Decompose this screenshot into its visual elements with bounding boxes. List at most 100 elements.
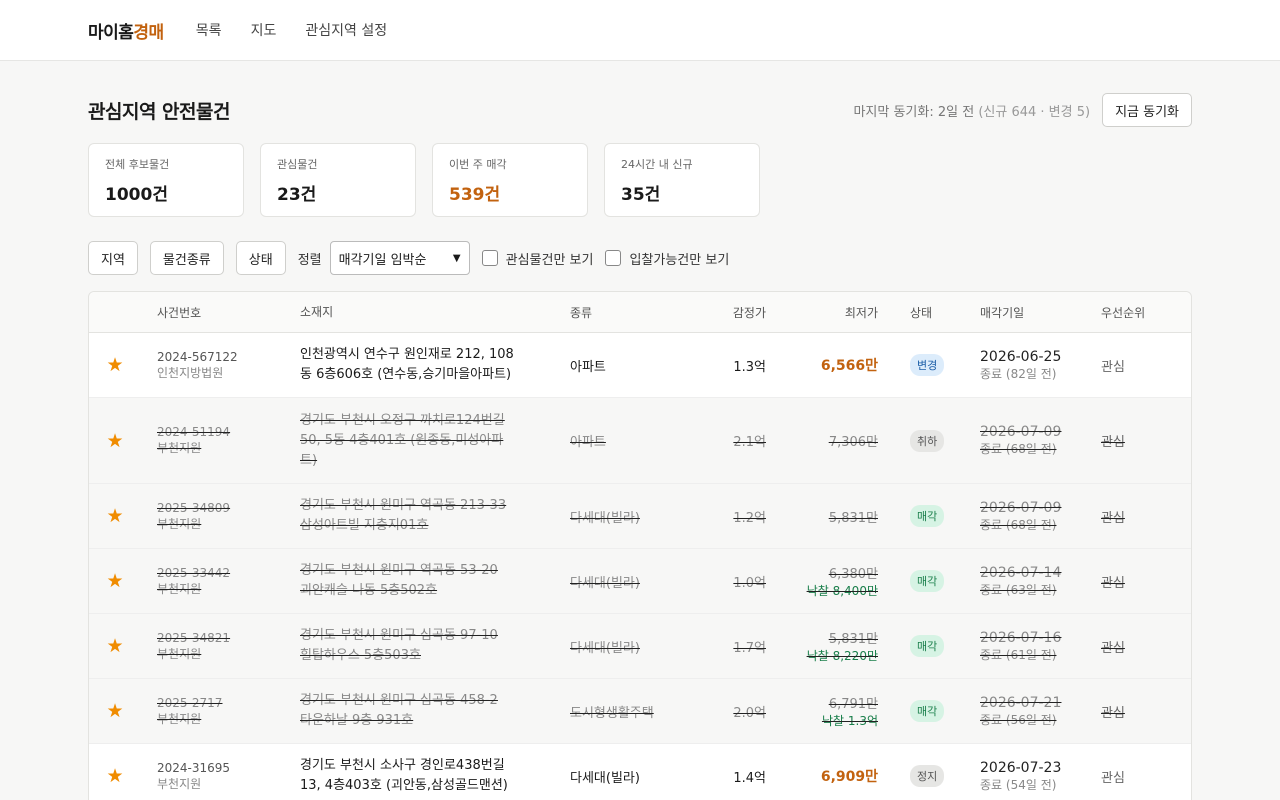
sync-status: 마지막 동기화: 2일 전 (신규 644 · 변경 5): [853, 101, 1090, 120]
app-logo[interactable]: 마이홈 경매: [88, 18, 164, 43]
table-row[interactable]: ★ 2025-33442 부천지원 경기도 부천시 원미구 역곡동 53-20 괴안…: [89, 549, 1191, 614]
court-name: 부천지원: [157, 441, 202, 455]
appraisal-price: 2.0억: [733, 705, 766, 721]
case-number: 2025-33442: [157, 565, 231, 580]
minimum-price: 7,306만: [828, 435, 878, 450]
location-line: 괴안캐슬 나동 5층502호: [300, 583, 438, 598]
stat-card-total: 전체 후보물건 1000건: [88, 143, 244, 217]
appraisal-price: 1.3억: [733, 359, 766, 375]
only-biddable-checkbox[interactable]: 입찰가능건만 보기: [605, 249, 729, 268]
appraisal-price: 1.7억: [733, 640, 766, 656]
status-badge: 매각: [910, 700, 945, 722]
sale-date: 2026-07-23: [980, 759, 1062, 776]
status-badge: 매각: [910, 505, 945, 527]
col-header-minimum[interactable]: 최저가: [766, 304, 878, 321]
status-filter-button[interactable]: 상태: [235, 241, 286, 275]
only-interest-checkbox[interactable]: 관심물건만 보기: [481, 249, 593, 268]
sale-date-sub: 종료 (82일 전): [980, 366, 1057, 381]
appraisal-price: 1.0억: [733, 575, 766, 591]
appraisal-price: 2.1억: [733, 435, 766, 450]
sort-select[interactable]: 매각기일 임박순 ▼: [329, 241, 470, 275]
table-row[interactable]: ★ 2025-34809 부천지원 경기도 부천시 원미구 역곡동 213-33 삼…: [89, 484, 1191, 549]
star-icon[interactable]: ★: [106, 570, 123, 592]
stat-card-interest: 관심물건 23건: [260, 143, 416, 217]
star-icon[interactable]: ★: [106, 354, 123, 376]
nav-region-settings[interactable]: 관심지역 설정: [305, 23, 387, 39]
case-number: 2025-34809: [157, 500, 231, 515]
case-number: 2025-34821: [157, 630, 231, 645]
location-line: 50, 5동 4층401호 (원종동,미성아파: [300, 432, 504, 448]
table-row[interactable]: ★ 2025-2717 부천지원 경기도 부천시 원미구 심곡동 458-2 타운하…: [89, 679, 1191, 744]
star-icon[interactable]: ★: [106, 505, 123, 527]
minimum-price: 6,566만: [820, 358, 878, 374]
region-filter-button[interactable]: 지역: [88, 241, 138, 275]
location-line: 경기도 부천시 원미구 역곡동 53-20: [300, 563, 498, 578]
court-name: 부천지원: [157, 776, 202, 791]
location-line: 경기도 부천시 오정구 까치로124번길: [300, 412, 505, 428]
sale-date-sub: 종료 (68일 전): [980, 442, 1057, 456]
case-number: 2024-567122: [157, 349, 238, 364]
sale-date: 2026-07-21: [980, 694, 1062, 711]
type-filter-button[interactable]: 물건종류: [149, 241, 224, 275]
stat-value: 539건: [449, 185, 501, 205]
minimum-price: 5,831만: [828, 632, 878, 647]
property-type: 다세대(빌라): [570, 510, 640, 526]
col-header-date[interactable]: 매각기일: [965, 304, 1091, 321]
minimum-price: 6,380만: [828, 567, 878, 582]
status-badge: 정지: [910, 765, 945, 787]
stat-value: 23건: [277, 185, 317, 205]
logo-text-accent: 경매: [133, 22, 164, 43]
priority: 관심: [1101, 705, 1125, 721]
sold-price: 낙찰 8,400만: [806, 584, 878, 598]
col-header-status[interactable]: 상태: [878, 304, 965, 321]
sold-price: 낙찰 8,220만: [806, 649, 878, 663]
stat-label: 관심물건: [277, 158, 318, 171]
priority: 관심: [1101, 770, 1125, 786]
col-header-priority[interactable]: 우선순위: [1091, 304, 1191, 321]
table-row[interactable]: ★ 2024-567122 인천지방법원 인천광역시 연수구 원인재로 212, …: [89, 333, 1191, 398]
col-header-type[interactable]: 종류: [554, 304, 684, 321]
location-line: 타운하날 9층 931호: [300, 713, 414, 728]
sync-detail: (신규 644 · 변경 5): [978, 104, 1091, 120]
case-number: 2024-51194: [157, 425, 231, 439]
star-icon[interactable]: ★: [106, 430, 123, 452]
col-header-location[interactable]: 소재지: [284, 302, 554, 322]
case-number: 2024-31695: [157, 760, 231, 775]
table-row[interactable]: ★ 2024-51194 부천지원 경기도 부천시 오정구 까치로124번길 50,…: [89, 398, 1191, 484]
location-line: 동 6층606호 (연수동,승기마을아파트): [300, 367, 512, 382]
sync-now-button[interactable]: 지금 동기화: [1102, 93, 1192, 127]
court-name: 부천지원: [157, 516, 202, 531]
sale-date: 2026-07-09: [980, 424, 1062, 440]
status-badge: 변경: [910, 354, 945, 376]
stat-value: 1000건: [105, 185, 168, 205]
stats-row: 전체 후보물건 1000건 관심물건 23건 이번 주 매각 539건 24시간…: [88, 143, 1192, 217]
priority: 관심: [1101, 510, 1125, 526]
checkbox-icon: [481, 250, 498, 266]
court-name: 부천지원: [157, 646, 202, 661]
stat-card-new-24h: 24시간 내 신규 35건: [604, 143, 760, 217]
nav-list[interactable]: 목록: [196, 23, 222, 39]
col-header-case[interactable]: 사건번호: [141, 304, 284, 321]
location-line: 경기도 부천시 원미구 심곡동 97-10: [300, 628, 498, 643]
star-icon[interactable]: ★: [106, 765, 123, 787]
minimum-price: 6,909만: [820, 769, 878, 785]
star-icon[interactable]: ★: [106, 635, 123, 657]
appraisal-price: 1.4억: [733, 770, 766, 786]
col-header-appraisal[interactable]: 감정가: [684, 304, 766, 321]
stat-card-week-sales: 이번 주 매각 539건: [432, 143, 588, 217]
status-badge: 매각: [910, 570, 945, 592]
nav-map[interactable]: 지도: [251, 23, 277, 39]
location-line: 힐탑하우스 5층503호: [300, 648, 421, 663]
status-badge: 취하: [910, 429, 945, 452]
table-row[interactable]: ★ 2024-31695 부천지원 경기도 부천시 소사구 경인로438번길 13,…: [89, 744, 1191, 800]
sort-label: 정렬: [297, 252, 322, 268]
sold-price: 낙찰 1.3억: [821, 714, 878, 728]
star-icon[interactable]: ★: [106, 700, 123, 722]
location-line: 트): [300, 452, 318, 468]
chevron-down-icon: ▼: [452, 252, 461, 264]
location-line: 13, 4층403호 (괴안동,삼성골드맨션): [300, 778, 508, 793]
location-line: 경기도 부천시 소사구 경인로438번길: [300, 758, 505, 773]
minimum-price: 6,791만: [828, 697, 878, 712]
sale-date-sub: 종료 (63일 전): [980, 582, 1057, 597]
table-row[interactable]: ★ 2025-34821 부천지원 경기도 부천시 원미구 심곡동 97-10 힐탑…: [89, 614, 1191, 679]
